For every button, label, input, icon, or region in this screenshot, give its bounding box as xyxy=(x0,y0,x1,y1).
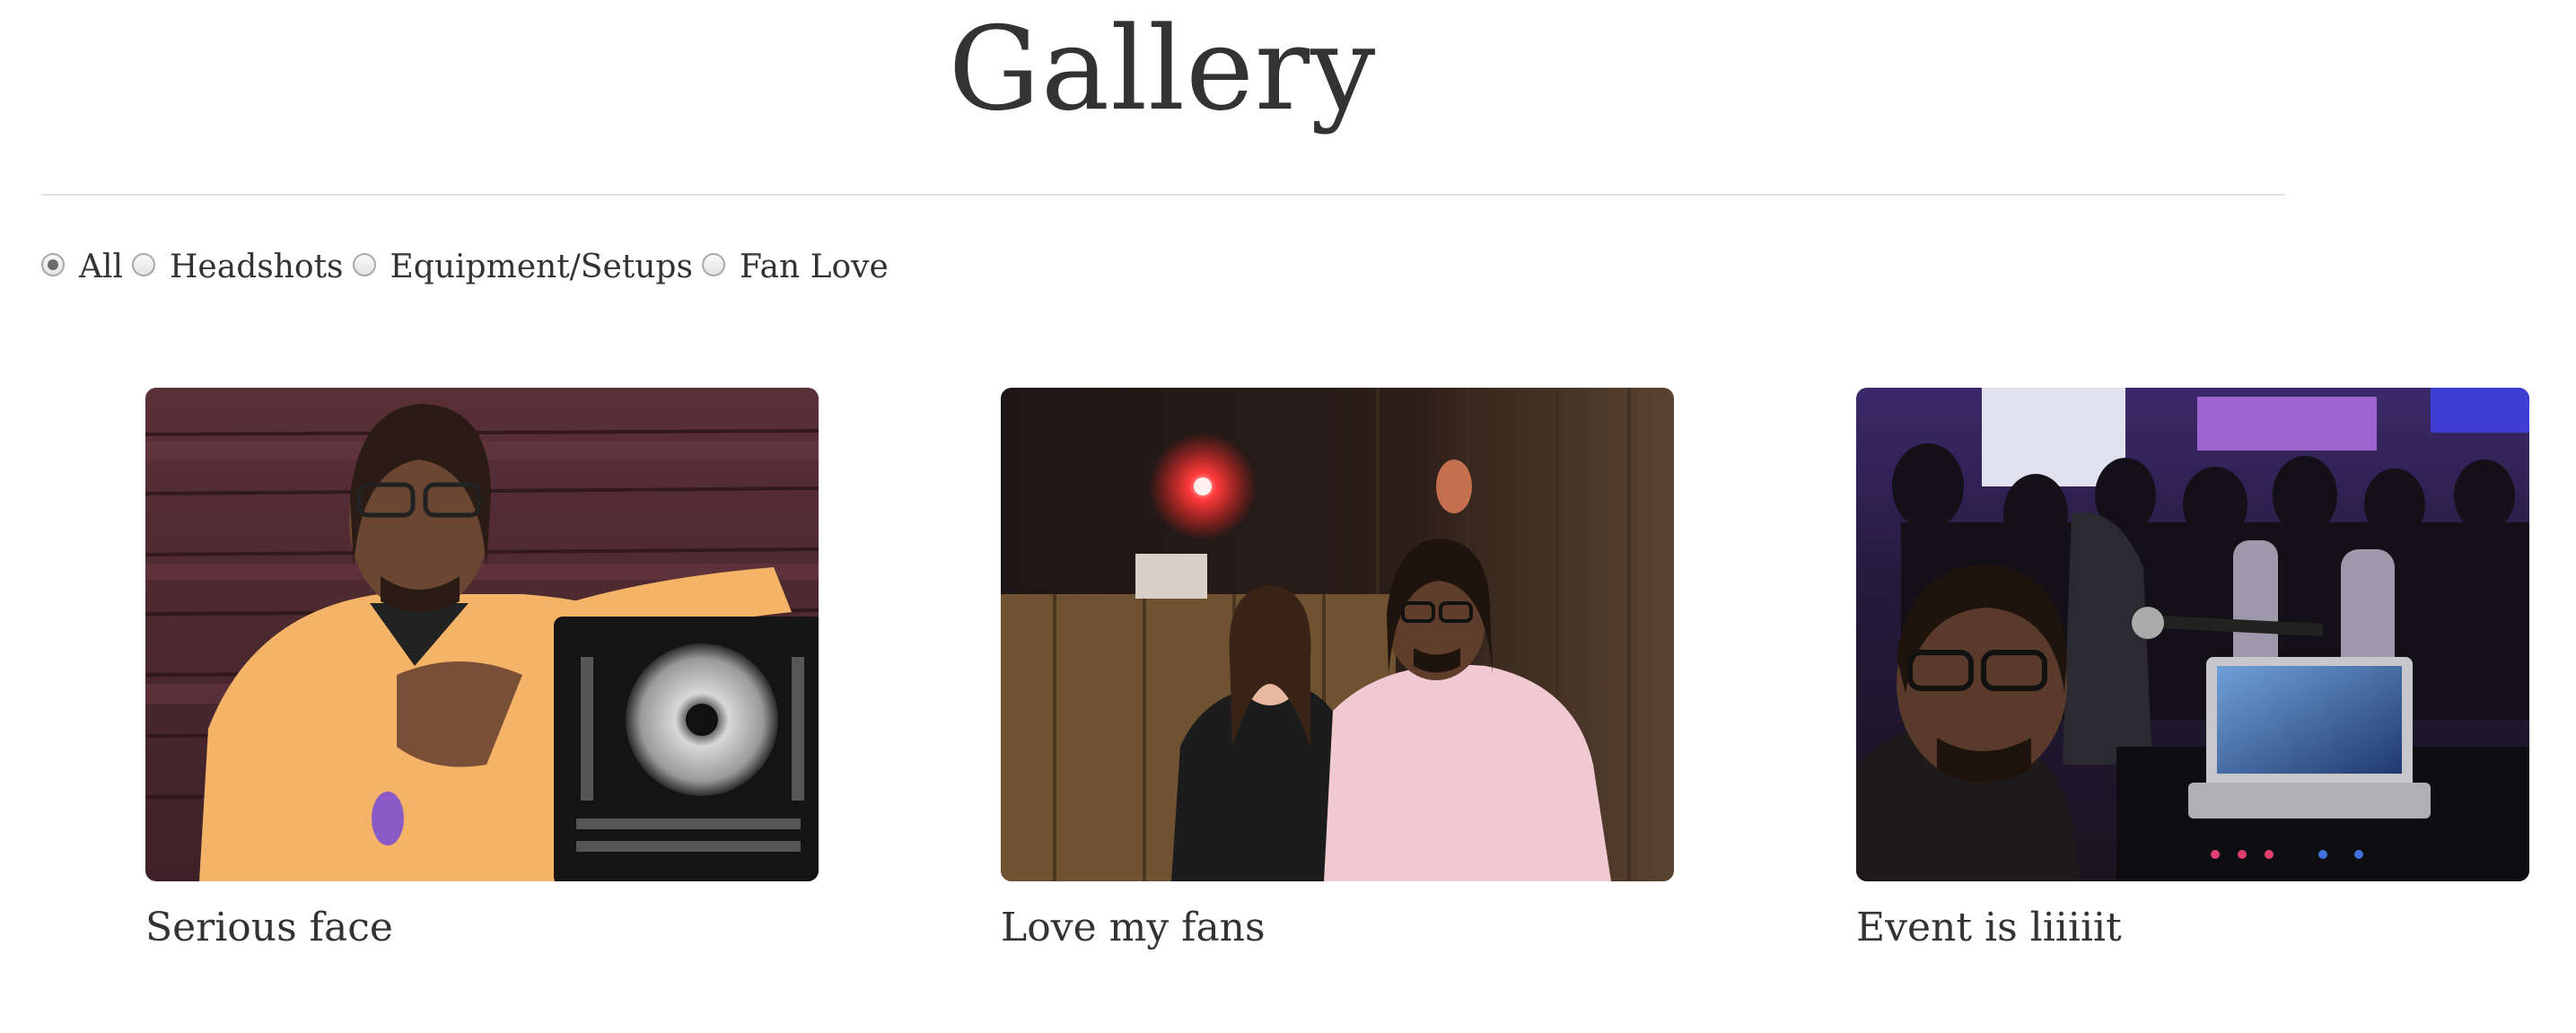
filter-all-radio[interactable] xyxy=(41,253,65,276)
filter-equipment-setups[interactable]: Equipment/Setups xyxy=(352,242,693,293)
filter-fan-love[interactable]: Fan Love xyxy=(701,242,889,293)
gallery-photo-love-my-fans[interactable] xyxy=(1001,388,1674,881)
page-title: Gallery xyxy=(948,3,1377,136)
filter-equipment-setups-radio[interactable] xyxy=(352,253,376,276)
category-filter-group: All Headshots Equipment/Setups Fan Love xyxy=(41,242,898,293)
filter-fan-love-label[interactable]: Fan Love xyxy=(740,242,889,293)
filter-headshots-radio[interactable] xyxy=(132,253,156,276)
gallery-item: Event is liiiiit xyxy=(1856,388,2529,955)
gallery-caption[interactable]: Love my fans xyxy=(1001,901,1674,955)
gallery-photo-serious-face[interactable] xyxy=(145,388,819,881)
filter-all[interactable]: All xyxy=(41,242,123,293)
filter-fan-love-radio[interactable] xyxy=(701,253,725,276)
gallery-caption[interactable]: Event is liiiiit xyxy=(1856,901,2529,955)
gallery-photo-event-is-liiiiit[interactable] xyxy=(1856,388,2529,881)
filter-all-label[interactable]: All xyxy=(79,242,123,293)
filter-headshots[interactable]: Headshots xyxy=(132,242,344,293)
gallery-item: Love my fans xyxy=(1001,388,1674,955)
filter-headshots-label[interactable]: Headshots xyxy=(170,242,343,293)
gallery-item: Serious face xyxy=(145,388,819,955)
title-divider xyxy=(41,194,2285,196)
gallery-caption[interactable]: Serious face xyxy=(145,901,819,955)
filter-equipment-setups-label[interactable]: Equipment/Setups xyxy=(390,242,693,293)
